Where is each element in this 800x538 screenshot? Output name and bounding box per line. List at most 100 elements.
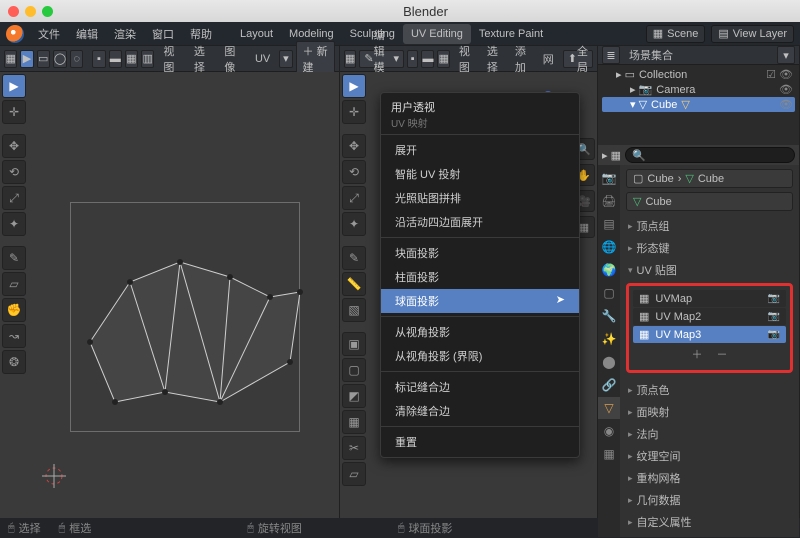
vtool-inset[interactable]: ▢ — [342, 358, 366, 382]
uv-vertex-icon[interactable]: ▪ — [92, 50, 105, 68]
outliner[interactable]: ▸ ▭ Collection ☑ 👁 ▸ 📷 Camera 👁 ▾ ▽ Cube… — [598, 65, 799, 145]
uv-canvas[interactable]: ▶ ✛ ✥ ⟲ ⤢ ✦ ✎ ▱ ✊ ↝ ❂ — [0, 72, 339, 518]
ctx-project-view-bounds[interactable]: 从视角投影 (界限) — [381, 344, 579, 368]
ctx-project-view[interactable]: 从视角投影 — [381, 320, 579, 344]
uvmap-render-icon-3[interactable]: 📷 — [768, 329, 780, 340]
zoom-window-button[interactable] — [42, 6, 53, 17]
search-input[interactable]: 🔍 — [625, 147, 795, 163]
vtool-loopcut[interactable]: ▦ — [342, 410, 366, 434]
ptab-output[interactable]: 🖨 — [598, 190, 620, 212]
tool-move[interactable]: ✥ — [2, 134, 26, 158]
vert-mode-icon[interactable]: ▪ — [407, 50, 418, 68]
uv-island-icon[interactable]: ▥ — [141, 50, 154, 68]
scene-selector[interactable]: ▦ Scene — [646, 25, 706, 43]
box-select-icon[interactable]: ▭ — [37, 50, 50, 68]
uvmap-active-render-icon[interactable]: 📷 — [768, 293, 780, 304]
props-breadcrumb[interactable]: ▢Cube › ▽Cube — [626, 169, 793, 188]
uv-edge-icon[interactable]: ▬ — [109, 50, 122, 68]
ctx-smart-uv[interactable]: 智能 UV 投射 — [381, 162, 579, 186]
editor-type-button[interactable]: ▦ — [4, 50, 17, 68]
select-tool-icon[interactable]: ▶ — [20, 50, 33, 68]
section-remesh[interactable]: ▸重构网格 — [626, 467, 793, 489]
section-texspace[interactable]: ▸纹理空间 — [626, 445, 793, 467]
close-window-button[interactable] — [8, 6, 19, 17]
outliner-collection[interactable]: ▸ ▭ Collection ☑ 👁 — [602, 67, 795, 82]
mode-select-button[interactable]: ✎ 编辑模式 ▾ — [359, 50, 404, 68]
vtool-annotate[interactable]: ✎ — [342, 246, 366, 270]
outliner-item-cube[interactable]: ▾ ▽ Cube ▽ 👁 — [602, 97, 795, 112]
ptab-scene[interactable]: 🌐 — [598, 236, 620, 258]
vp-menu-select[interactable]: 选择 — [481, 43, 506, 75]
tab-texture-paint[interactable]: Texture Paint — [471, 24, 551, 44]
uvmap-add-button[interactable]: ＋ — [692, 346, 703, 362]
vtool-rotate[interactable]: ⟲ — [342, 160, 366, 184]
section-shapekeys[interactable]: ▸形态键 — [626, 237, 793, 259]
ctx-cube-proj[interactable]: 块面投影 — [381, 241, 579, 265]
ctx-clear-seam[interactable]: 清除缝合边 — [381, 399, 579, 423]
edge-mode-icon[interactable]: ▬ — [421, 50, 434, 68]
tool-transform[interactable]: ✦ — [2, 212, 26, 236]
outliner-item-camera[interactable]: ▸ 📷 Camera 👁 — [602, 82, 795, 97]
ptab-render[interactable]: 📷 — [598, 167, 620, 189]
vtool-knife[interactable]: ✂ — [342, 436, 366, 460]
section-vertexcolors[interactable]: ▸顶点色 — [626, 379, 793, 401]
ptab-modifier[interactable]: 🔧 — [598, 305, 620, 327]
vtool-bevel[interactable]: ◩ — [342, 384, 366, 408]
vp-menu-view[interactable]: 视图 — [453, 43, 478, 75]
ptab-world[interactable]: 🌍 — [598, 259, 620, 281]
ctx-mark-seam[interactable]: 标记缝合边 — [381, 375, 579, 399]
vtool-addcube[interactable]: ▧ — [342, 298, 366, 322]
tab-sculpting[interactable]: Sculpting — [342, 24, 403, 44]
vp-menu-mesh[interactable]: 网 — [537, 51, 560, 67]
vp-menu-add[interactable]: 添加 — [509, 43, 534, 75]
uvmap-row-1[interactable]: ▦UVMap📷 — [633, 290, 786, 307]
vtool-extrude[interactable]: ▣ — [342, 332, 366, 356]
tool-rip[interactable]: ▱ — [2, 272, 26, 296]
tool-pinch[interactable]: ❂ — [2, 350, 26, 374]
ctx-reset[interactable]: 重置 — [381, 430, 579, 454]
visibility-toggle[interactable]: ☑ 👁 — [766, 68, 793, 81]
cube-visibility-toggle[interactable]: 👁 — [779, 98, 793, 111]
uv-menu-view[interactable]: 视图 — [157, 43, 185, 75]
lasso-select-icon[interactable]: ◌ — [70, 50, 83, 68]
section-customprops[interactable]: ▸自定义属性 — [626, 511, 793, 533]
ctx-sphere-proj[interactable]: 球面投影➤ — [381, 289, 579, 313]
ptab-physics[interactable]: ⬤ — [598, 351, 620, 373]
uvmap-remove-button[interactable]: － — [717, 346, 728, 362]
ptab-data[interactable]: ▽ — [598, 397, 620, 419]
ctx-lightmap[interactable]: 光照贴图拼排 — [381, 186, 579, 210]
menu-render[interactable]: 渲染 — [106, 22, 144, 46]
outliner-type-icon[interactable]: ≣ — [602, 46, 620, 64]
minimize-window-button[interactable] — [25, 6, 36, 17]
ctx-unwrap[interactable]: 展开 — [381, 138, 579, 162]
section-vertexgroups[interactable]: ▸顶点组 — [626, 215, 793, 237]
tab-uv-editing[interactable]: UV Editing — [403, 24, 471, 44]
ctx-follow-quads[interactable]: 沿活动四边面展开 — [381, 210, 579, 234]
ptab-particles[interactable]: ✨ — [598, 328, 620, 350]
vtool-scale[interactable]: ⤢ — [342, 186, 366, 210]
image-link-icon[interactable]: ▾ — [279, 50, 292, 68]
ptab-viewlayer[interactable]: ▤ — [598, 213, 620, 235]
vtool-move[interactable]: ✥ — [342, 134, 366, 158]
tool-scale[interactable]: ⤢ — [2, 186, 26, 210]
uvmap-row-2[interactable]: ▦UV Map2📷 — [633, 308, 786, 325]
orientation-button[interactable]: ⬆ 全局 — [563, 50, 593, 68]
ptab-texture[interactable]: ▦ — [598, 443, 620, 465]
tool-cursor[interactable]: ✛ — [2, 100, 26, 124]
ptab-object[interactable]: ▢ — [598, 282, 620, 304]
tab-layout[interactable]: Layout — [232, 24, 281, 44]
tool-rotate[interactable]: ⟲ — [2, 160, 26, 184]
vtool-transform[interactable]: ✦ — [342, 212, 366, 236]
ptab-material[interactable]: ◉ — [598, 420, 620, 442]
uv-menu-uv[interactable]: UV — [249, 53, 276, 65]
mesh-datablock-selector[interactable]: ▽ Cube — [626, 192, 793, 211]
ptab-constraints[interactable]: 🔗 — [598, 374, 620, 396]
tool-select[interactable]: ▶ — [2, 74, 26, 98]
uv-face-icon[interactable]: ▦ — [125, 50, 138, 68]
uv-menu-image[interactable]: 图像 — [218, 43, 246, 75]
vtool-cursor[interactable]: ✛ — [342, 100, 366, 124]
ctx-cylinder-proj[interactable]: 柱面投影 — [381, 265, 579, 289]
filter-button[interactable]: ▾ — [777, 46, 795, 64]
tool-annotate[interactable]: ✎ — [2, 246, 26, 270]
editor-type-3d-button[interactable]: ▦ — [344, 50, 356, 68]
